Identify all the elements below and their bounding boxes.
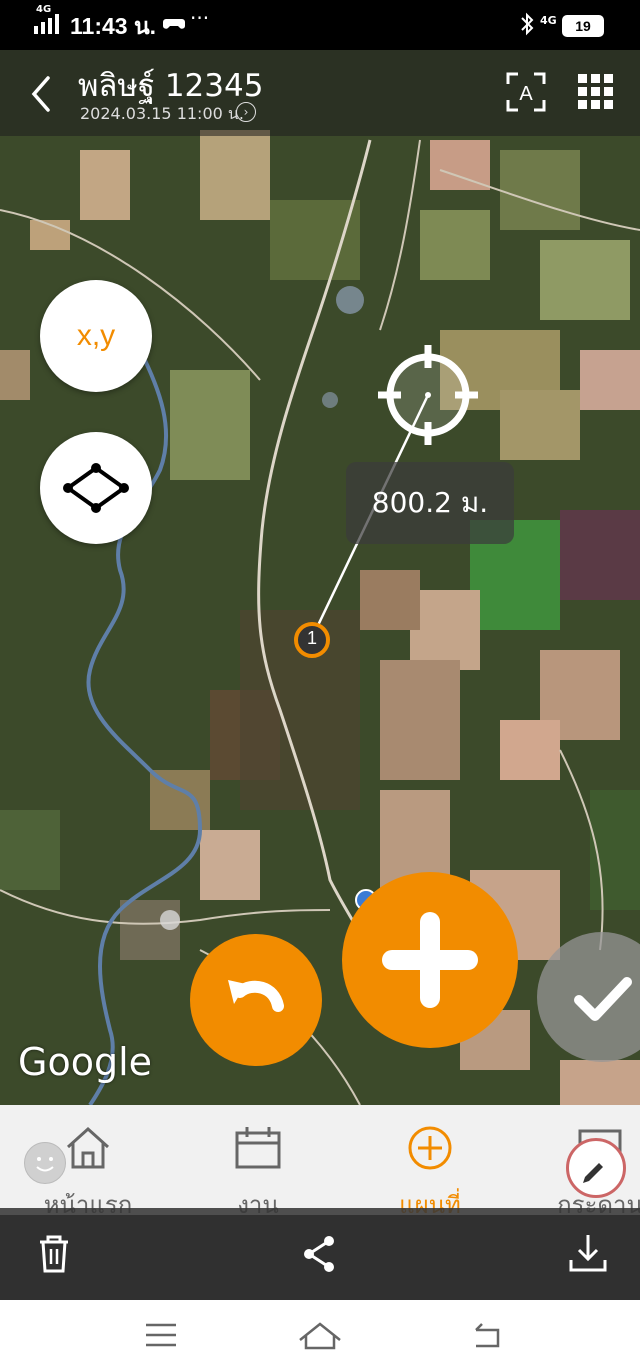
signal-icon [34,14,59,34]
battery-indicator: 19 [562,15,604,37]
coordinate-button[interactable]: x,y [40,280,152,392]
network-type-right: 4G [540,14,557,27]
polygon-icon [63,463,129,513]
polygon-button[interactable] [40,432,152,544]
system-navigation-bar [0,1300,640,1372]
network-type-left: 4G [36,4,52,15]
check-icon [574,977,632,1021]
share-toolbar [0,1208,640,1300]
point-marker[interactable]: 1 [294,622,330,658]
plus-icon [382,912,478,1008]
menu-icon[interactable] [146,1322,176,1348]
home-nav-icon[interactable] [298,1320,342,1350]
chevron-right-icon[interactable]: › [236,102,256,122]
distance-label: 800.2 ม. [346,462,514,544]
nav-item-map[interactable]: แผนที่ [350,1105,510,1219]
edit-floating-button[interactable] [566,1138,626,1198]
text-scan-icon[interactable]: A [506,72,546,112]
google-attribution: Google [18,1040,153,1084]
add-circle-icon [408,1126,452,1170]
grid-menu-icon[interactable] [578,74,614,110]
home-icon [66,1126,110,1169]
back-arrow-icon[interactable] [22,72,62,116]
bluetooth-icon [521,12,534,36]
marker-number: 1 [306,628,317,648]
nav-item-tasks[interactable]: งาน [178,1105,338,1219]
map-header: พลิษฐ์ 12345 2024.03.15 11:00 น. › A [0,50,640,136]
confirm-button[interactable] [537,932,640,1062]
calendar-icon [235,1127,281,1169]
download-icon[interactable] [568,1232,608,1274]
overflow-indicator: ··· [190,6,210,30]
share-icon[interactable] [300,1234,338,1274]
pencil-icon [583,1163,603,1183]
status-bar: 4G 11:43 น. ··· 4G 19 [0,0,640,50]
undo-icon [228,980,284,1012]
add-point-button[interactable] [342,872,518,1048]
back-nav-icon[interactable] [472,1320,504,1350]
plot-timestamp: 2024.03.15 11:00 น. [80,104,244,123]
game-controller-icon [163,19,185,29]
bottom-navigation: หน้าแรก งาน แผนที่ กระดาน [0,1105,640,1219]
clock: 11:43 น. [70,13,157,39]
undo-button[interactable] [190,934,322,1066]
svg-text:A: A [519,83,533,105]
trash-icon[interactable] [36,1234,72,1274]
smiley-icon[interactable] [24,1142,66,1184]
